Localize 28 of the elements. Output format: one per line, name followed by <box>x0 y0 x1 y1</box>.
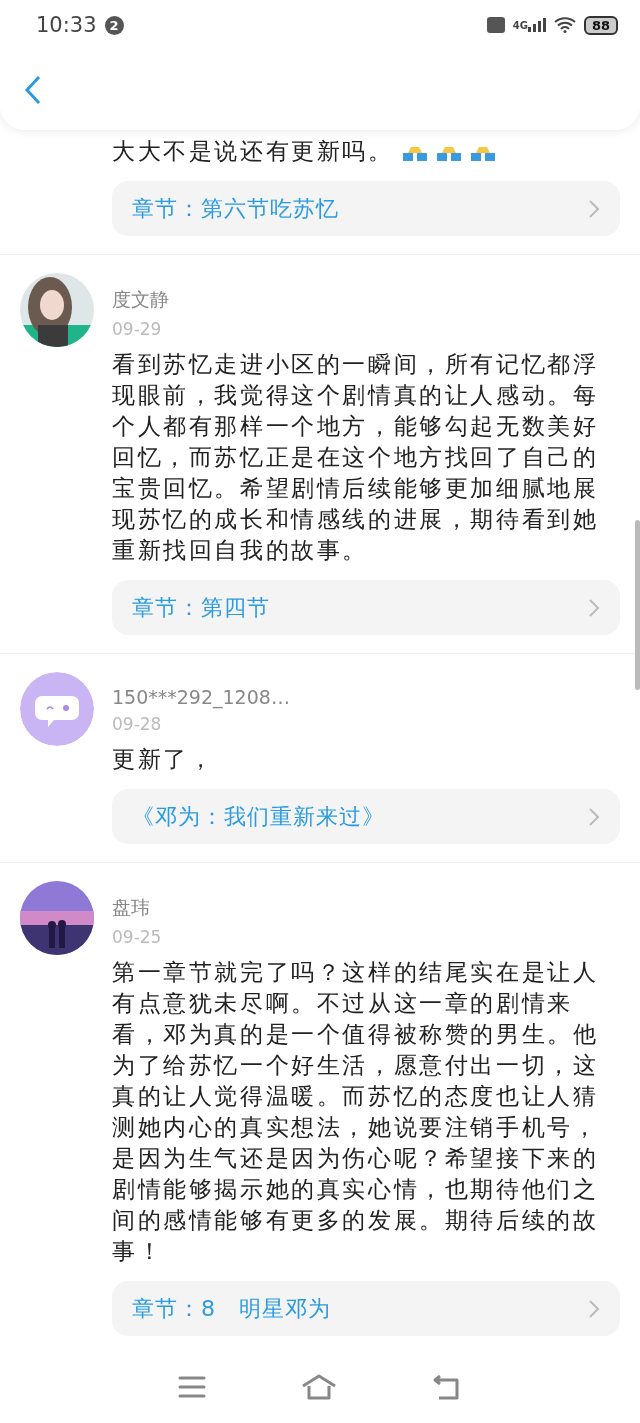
signal-icon <box>527 18 546 32</box>
comment-text: 大大不是说还有更新吗。 <box>112 137 394 166</box>
comment-text: 更新了， <box>112 745 216 774</box>
comment-date: 09-28 <box>112 714 163 734</box>
user-name: 150***292_1208… <box>112 686 291 708</box>
comment-date: 09-29 <box>112 319 163 339</box>
chat-bubble-avatar-icon <box>20 672 94 746</box>
comment-date: 09-25 <box>112 927 163 947</box>
chapter-link[interactable]: 章节：8 明星邓为 <box>112 1281 620 1336</box>
battery-level: 88 <box>583 15 618 35</box>
user-name: 度文静 <box>112 287 170 312</box>
wifi-icon <box>553 17 576 33</box>
chevron-right-icon <box>588 806 600 827</box>
notification-badge: 2 <box>104 15 124 35</box>
comment-text: 看到苏忆走进小区的一瞬间，所有记忆都浮现眼前，我觉得这个剧情真的让人感动。每个人都有那样一个地方，能够勾起无数美好回忆，而苏忆正是在这个地方找回了自己的宝贵回忆。希望剧情后续能够更加细腻地展现苏忆的成长和情感线的进展，期待看到她重新找回自我的故事。 <box>112 350 600 565</box>
network-label: 4G <box>512 19 528 31</box>
chevron-right-icon <box>588 597 600 618</box>
chapter-link[interactable]: 章节：第六节吃苏忆 <box>112 181 620 236</box>
back-icon[interactable] <box>24 75 42 105</box>
user-name: 盘玮 <box>112 895 151 920</box>
chevron-right-icon <box>588 1298 600 1319</box>
home-icon[interactable] <box>301 1374 337 1400</box>
chevron-right-icon <box>588 198 600 219</box>
comment-text: 第一章节就完了吗？这样的结尾实在是让人有点意犹未尽啊。不过从这一章的剧情来看，邓为真的是一个值得被称赞的男生。他为了给苏忆一个好生活，愿意付出一切，这真的让人觉得温暖。而苏忆的态度也让人猜测她内心的真实想法，她说要注销手机号，是因为生气还是因为伤心呢？希望接下来的剧情能够揭示她的真实心情，也期待他们之间的感情能够有更多的发展。期待后续的故事！ <box>112 958 600 1266</box>
chapter-link[interactable]: 《邓为：我们重新来过》 <box>112 789 620 844</box>
menu-icon[interactable] <box>177 1376 206 1398</box>
chapter-link[interactable]: 章节：第四节 <box>112 580 620 635</box>
clock: 10:33 <box>36 13 97 37</box>
